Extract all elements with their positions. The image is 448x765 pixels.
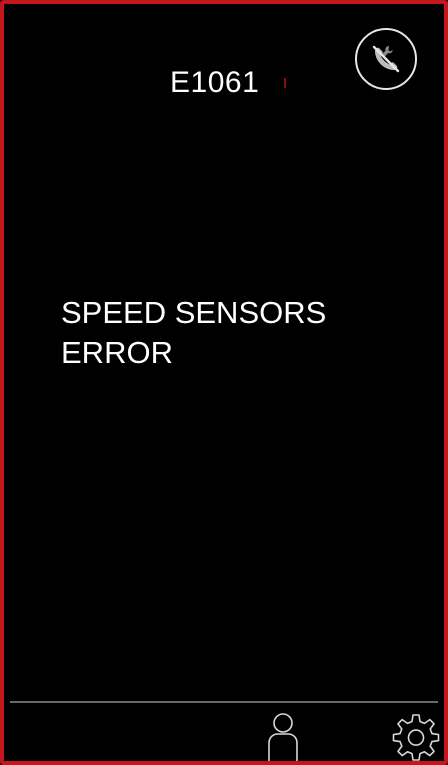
service-button[interactable] xyxy=(355,28,417,90)
display-screen: E1061 SPEED SENSORS ERROR xyxy=(0,0,448,765)
error-message: SPEED SENSORS ERROR xyxy=(61,295,327,370)
bottom-toolbar xyxy=(4,703,444,761)
gear-icon xyxy=(392,714,440,761)
settings-button[interactable] xyxy=(390,711,442,761)
error-indicator-mark xyxy=(284,78,286,88)
user-button[interactable] xyxy=(262,709,304,761)
service-disabled-icon xyxy=(372,45,400,73)
error-code: E1061 xyxy=(170,66,260,99)
user-icon xyxy=(268,713,298,761)
